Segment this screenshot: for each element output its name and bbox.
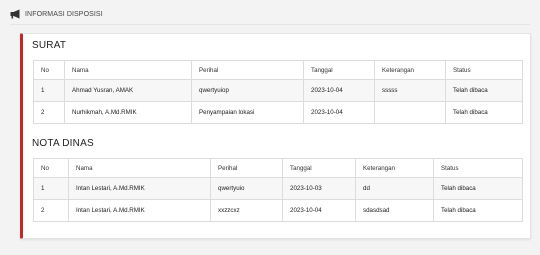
table-cell: sssss [374, 79, 446, 102]
table-cell [374, 101, 446, 124]
column-header: Perihal [210, 158, 283, 178]
table-cell: Telah dibaca [433, 199, 523, 222]
table-cell: 1 [33, 177, 69, 200]
column-header: Perihal [191, 60, 304, 80]
column-header: Status [433, 158, 523, 178]
table-cell: qwertyuio [210, 177, 283, 200]
megaphone-icon [10, 9, 22, 19]
column-header: Keterangan [355, 158, 434, 178]
table-cell: Telah dibaca [433, 177, 523, 200]
table-cell: 2023-10-03 [282, 177, 356, 200]
table-cell: dd [355, 177, 434, 200]
column-header: Tanggal [282, 158, 356, 178]
table-cell: Ahmad Yusran, AMAK [64, 79, 192, 102]
panel-title: INFORMASI DISPOSISI [25, 10, 103, 18]
disposisi-card: SURAT No Nama Perihal Tanggal Keterangan Stat… [20, 33, 531, 239]
table-cell: xxzzcxz [210, 199, 283, 222]
table-cell: Telah dibaca [445, 79, 523, 102]
column-header: No [33, 60, 65, 80]
table-cell: qwertyuiop [191, 79, 304, 102]
table-cell: Intan Lestari, A.Md.RMIK [68, 177, 211, 200]
column-header: Keterangan [374, 60, 446, 80]
column-header: No [33, 158, 69, 178]
table-row[interactable]: 1 Intan Lestari, A.Md.RMIK qwertyuio 2023-1… [33, 177, 523, 200]
nota-dinas-title: NOTA DINAS [32, 138, 94, 149]
column-header: Nama [64, 60, 192, 80]
surat-table: No Nama Perihal Tanggal Keterangan Status 1 Ahm… [33, 60, 523, 124]
table-row[interactable]: 2 Intan Lestari, A.Md.RMIK xxzzcxz 2023-10-… [33, 199, 523, 222]
table-header-row: No Nama Perihal Tanggal Keterangan Status [33, 158, 523, 178]
table-cell: Telah dibaca [445, 101, 523, 124]
table-cell: Penyampaian lokasi [191, 101, 304, 124]
table-cell: Intan Lestari, A.Md.RMIK [68, 199, 211, 222]
page: INFORMASI DISPOSISI SURAT No Nama Perihal T… [0, 0, 540, 255]
table-cell: 1 [33, 79, 65, 102]
nota-dinas-table: No Nama Perihal Tanggal Keterangan Status 1 Int… [33, 158, 523, 222]
table-cell: 2023-10-04 [282, 199, 356, 222]
table-cell: 2023-10-04 [303, 79, 375, 102]
panel-header: INFORMASI DISPOSISI [10, 4, 530, 25]
table-cell: sdasdsad [355, 199, 434, 222]
table-cell: 2 [33, 199, 69, 222]
column-header: Status [445, 60, 523, 80]
table-header-row: No Nama Perihal Tanggal Keterangan Status [33, 60, 523, 80]
column-header: Nama [68, 158, 211, 178]
table-cell: 2023-10-04 [303, 101, 375, 124]
table-row[interactable]: 1 Ahmad Yusran, AMAK qwertyuiop 2023-10-04 s… [33, 79, 523, 102]
column-header: Tanggal [303, 60, 375, 80]
surat-title: SURAT [32, 40, 67, 51]
table-cell: Nurhikmah, A.Md.RMIK [64, 101, 192, 124]
table-cell: 2 [33, 101, 65, 124]
table-row[interactable]: 2 Nurhikmah, A.Md.RMIK Penyampaian lokasi 2… [33, 101, 523, 124]
